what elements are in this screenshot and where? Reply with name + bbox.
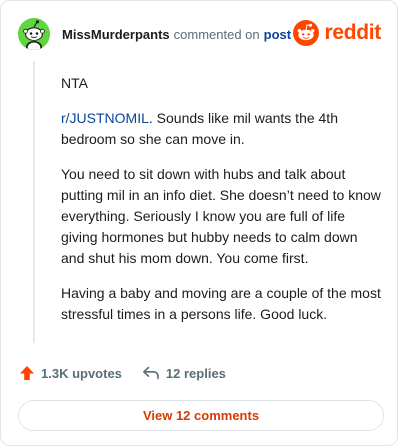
comment-paragraph: r/JUSTNOMIL. Sounds like mil wants the 4… [61,108,381,150]
comment-actions: 1.3K upvotes 12 replies [19,365,226,381]
reddit-snoo-icon [293,20,320,46]
reply-count: 12 replies [165,365,226,381]
comment-username[interactable]: MissMurderpants [62,27,170,42]
thread-line [33,61,35,343]
upvote-button[interactable]: 1.3K upvotes [19,365,122,381]
reddit-wordmark: reddit [324,21,381,44]
view-comments-button[interactable]: View 12 comments [18,400,384,431]
upvote-arrow-icon [20,366,34,380]
post-link[interactable]: post [264,27,291,42]
snoo-avatar-icon [18,18,50,50]
comment-paragraph: Having a baby and moving are a couple of… [61,285,381,322]
comment-card: MissMurderpants commented on post reddit… [0,0,398,446]
comment-action-text: commented on [173,26,260,42]
reddit-brand[interactable]: reddit [293,20,381,46]
comment-paragraph: You need to sit down with hubs and talk … [61,166,381,266]
comment-header: MissMurderpants commented on post [18,18,291,50]
upvote-count: 1.3K upvotes [41,365,122,381]
comment-paragraph: NTA [61,75,88,91]
replies-button[interactable]: 12 replies [142,366,226,381]
comment-body: NTA r/JUSTNOMIL. Sounds like mil wants t… [61,73,381,339]
subreddit-link[interactable]: r/JUSTNOMIL [61,110,149,126]
user-avatar[interactable] [18,18,50,50]
reply-arrow-icon [142,366,159,380]
